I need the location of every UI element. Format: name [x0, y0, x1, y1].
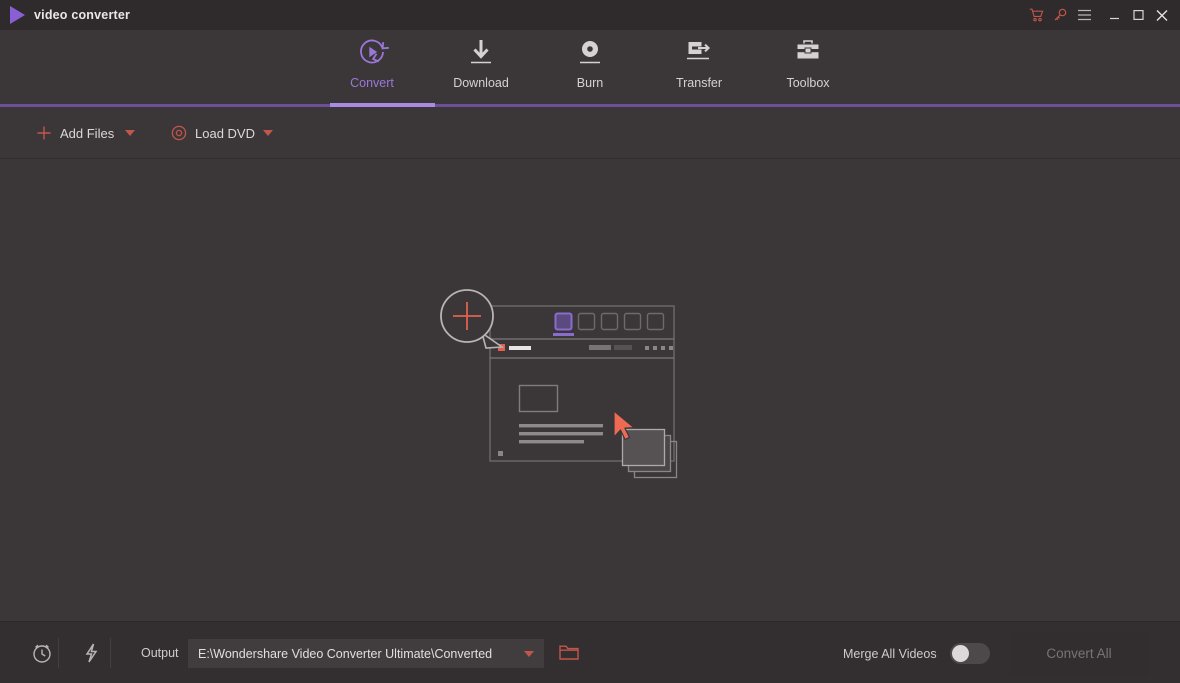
lightning-bolt-icon[interactable]	[78, 640, 104, 666]
bottom-bar: Output	[0, 621, 1180, 683]
load-dvd-dropdown-icon[interactable]	[263, 130, 273, 136]
add-files-label: Add Files	[60, 126, 114, 141]
nav-label-burn: Burn	[577, 76, 603, 90]
action-toolbar: Add Files Load DVD Converting Converted …	[0, 107, 1180, 159]
output-path-value: E:\Wondershare Video Converter Ultimate\…	[198, 647, 524, 661]
close-button[interactable]	[1150, 0, 1174, 30]
download-icon	[466, 32, 496, 72]
file-list-area[interactable]	[0, 159, 1180, 621]
clock-icon[interactable]	[29, 640, 55, 666]
nav-item-toolbox[interactable]: Toolbox	[754, 30, 863, 104]
divider	[110, 638, 111, 668]
nav-item-convert[interactable]: Convert	[318, 30, 427, 104]
convert-all-button[interactable]: Convert All	[1009, 631, 1149, 676]
toggle-knob	[952, 645, 969, 662]
app-window: video converter	[0, 0, 1180, 683]
maximize-button[interactable]	[1126, 0, 1150, 30]
title-bar: video converter	[0, 0, 1180, 30]
merge-all-videos-toggle[interactable]	[950, 643, 990, 664]
add-files-dropdown-icon[interactable]	[125, 130, 135, 136]
convert-icon	[355, 32, 389, 72]
plus-icon	[36, 125, 52, 141]
merge-all-videos-label: Merge All Videos	[843, 647, 937, 661]
divider	[58, 638, 59, 668]
empty-state-illustration	[436, 285, 744, 485]
main-navigation: Convert Download Burn	[0, 30, 1180, 104]
nav-label-convert: Convert	[350, 76, 394, 90]
play-logo-icon	[10, 6, 25, 24]
app-brand: video converter	[0, 6, 130, 24]
window-controls	[1024, 0, 1174, 30]
menu-icon[interactable]	[1072, 0, 1096, 30]
output-label: Output	[141, 646, 179, 660]
minimize-button[interactable]	[1102, 0, 1126, 30]
nav-label-download: Download	[453, 76, 509, 90]
key-icon[interactable]	[1048, 0, 1072, 30]
nav-item-transfer[interactable]: Transfer	[645, 30, 754, 104]
burn-icon	[575, 32, 605, 72]
open-folder-icon[interactable]	[559, 644, 579, 666]
add-files-button[interactable]: Add Files	[36, 121, 114, 145]
nav-label-transfer: Transfer	[676, 76, 722, 90]
app-title: video converter	[34, 8, 130, 22]
nav-item-download[interactable]: Download	[427, 30, 536, 104]
load-dvd-label: Load DVD	[195, 126, 255, 141]
nav-label-toolbox: Toolbox	[786, 76, 829, 90]
toolbox-icon	[793, 32, 823, 72]
nav-item-burn[interactable]: Burn	[536, 30, 645, 104]
transfer-icon	[683, 32, 715, 72]
load-dvd-button[interactable]: Load DVD	[171, 121, 255, 145]
cart-icon[interactable]	[1024, 0, 1048, 30]
output-path-dropdown-icon[interactable]	[524, 651, 534, 657]
output-path-field[interactable]: E:\Wondershare Video Converter Ultimate\…	[188, 639, 544, 668]
disc-icon	[171, 125, 187, 141]
